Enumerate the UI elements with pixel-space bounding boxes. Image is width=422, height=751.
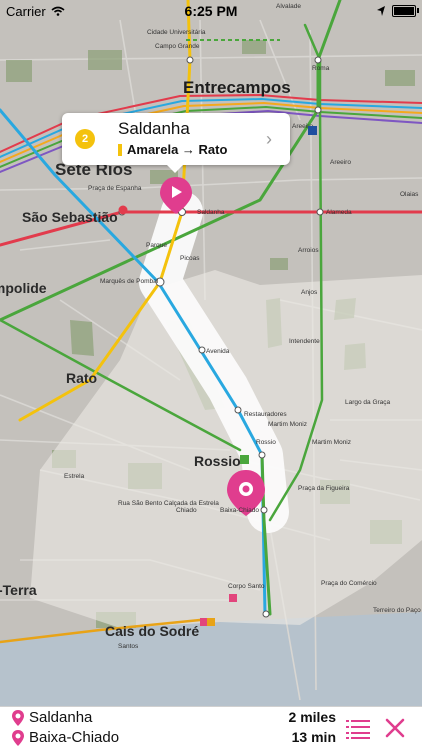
- line-color-bar: [118, 143, 122, 156]
- origin-label: Saldanha: [29, 709, 93, 726]
- st-anjos: Anjos: [301, 289, 318, 296]
- label-rato: Rato: [66, 370, 97, 386]
- svg-text:São Sebastião: São Sebastião: [22, 209, 118, 225]
- st-olaias: Olaias: [400, 191, 419, 198]
- callout-direction-row: Amarela → Rato: [118, 142, 227, 157]
- st-sao-bento: Rua São Bento Calçada da Estrela: [118, 500, 219, 507]
- st-estrela: Estrela: [64, 473, 85, 480]
- destination-row[interactable]: Baixa-Chiado: [12, 729, 119, 746]
- list-icon[interactable]: [346, 719, 370, 739]
- st-picoas: Picoas: [180, 255, 200, 262]
- label-alcantara-terra: -Terra: [0, 582, 37, 598]
- st-praca-espanha: Praça de Espanha: [88, 185, 142, 192]
- chevron-right-icon[interactable]: ›: [266, 129, 272, 150]
- callout-station: Saldanha: [118, 119, 190, 138]
- label-sao-sebastiao: São Sebastião: [22, 209, 118, 225]
- route-distance: 2 miles: [288, 709, 336, 725]
- line-badge: 2: [75, 129, 95, 149]
- close-icon[interactable]: [384, 717, 406, 739]
- st-terreiro-paco: Terreiro do Paço: [373, 607, 421, 614]
- svg-text:-Terra: -Terra: [0, 582, 37, 598]
- route-duration: 13 min: [291, 729, 336, 745]
- label-campolide: Campolide: [0, 280, 47, 296]
- st-restauradores: Restauradores: [244, 411, 287, 418]
- st-martim-moniz: Martim Moniz: [268, 421, 307, 428]
- st-arroios: Arroios: [298, 247, 319, 254]
- st-areeiro-2: Areeiro: [330, 159, 351, 166]
- st-martim-moniz-sq: Martim Moniz: [312, 439, 351, 446]
- destination-pin-mini-icon: [12, 729, 24, 746]
- st-alameda: Alameda: [326, 209, 352, 216]
- label-entrecampos: Entrecampos: [183, 78, 291, 97]
- origin-pin-mini-icon: [12, 709, 24, 726]
- label-cais-do-sodre: Cais do Sodré: [105, 623, 199, 639]
- svg-text:Rossio: Rossio: [194, 453, 241, 469]
- svg-text:Rato: Rato: [66, 370, 97, 386]
- st-rossio: Rossio: [256, 439, 276, 446]
- callout-direction: Amarela → Rato: [127, 142, 228, 157]
- st-saldanha: Saldanha: [197, 209, 225, 216]
- st-campo-grande: Campo Grande: [155, 43, 200, 50]
- route-summary-bar: Saldanha Baixa-Chiado 2 miles 13 min: [0, 706, 422, 751]
- svg-text:Cais do Sodré: Cais do Sodré: [105, 623, 199, 639]
- st-santos: Santos: [118, 643, 139, 650]
- st-intendente: Intendente: [289, 338, 320, 345]
- st-roma: Roma: [312, 65, 330, 72]
- st-largo-graca: Largo da Graça: [345, 399, 391, 406]
- station-callout[interactable]: 2 Saldanha Amarela → Rato ›: [62, 113, 290, 173]
- st-corpo-santo: Corpo Santo: [228, 583, 265, 590]
- svg-text:Campolide: Campolide: [0, 280, 47, 296]
- destination-label: Baixa-Chiado: [29, 729, 120, 746]
- st-baixa-chiado: Baixa-Chiado: [220, 507, 259, 514]
- st-avenida: Avenida: [206, 348, 230, 355]
- status-time: 6:25 PM: [184, 3, 238, 19]
- st-praca-comercio: Praça do Comércio: [321, 580, 377, 587]
- st-cidade-universitaria: Cidade Universitária: [147, 29, 206, 36]
- st-praca-figueira: Praça da Figueira: [298, 485, 350, 492]
- status-bar: Carrier 6:25 PM: [0, 0, 422, 22]
- svg-text:Entrecampos: Entrecampos: [183, 78, 291, 97]
- st-chiado: Chiado: [176, 507, 197, 514]
- label-rossio: Rossio: [194, 453, 241, 469]
- st-parque: Parque: [146, 242, 167, 249]
- st-marques-pombal: Marquês de Pombal: [100, 278, 159, 285]
- origin-row[interactable]: Saldanha: [12, 709, 92, 726]
- battery-icon: [392, 5, 419, 17]
